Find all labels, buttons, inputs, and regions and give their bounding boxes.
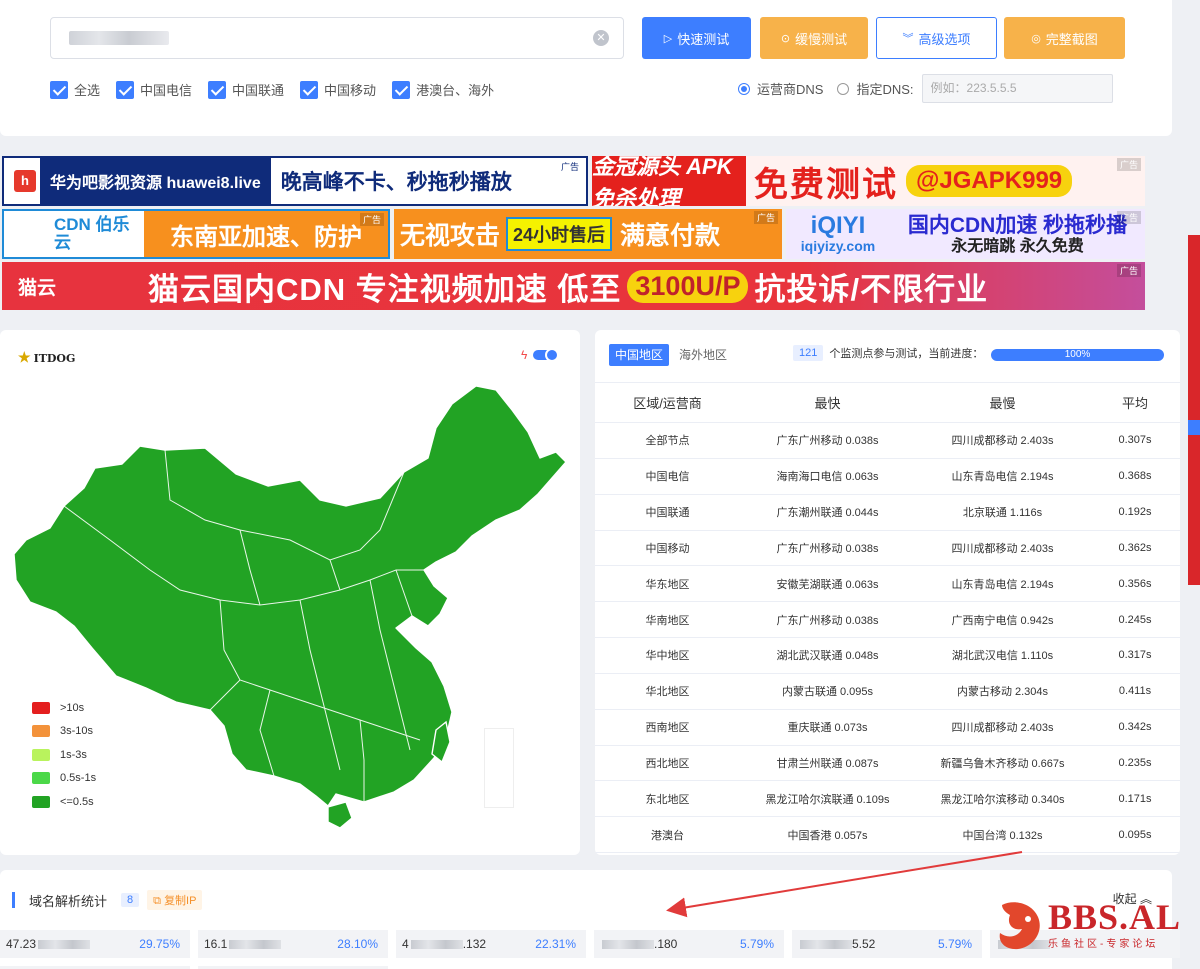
- bbs-watermark: BBS.AL 乐鱼社区-专家论坛: [994, 895, 1181, 953]
- watermark-brand: BBS.AL: [1048, 896, 1182, 937]
- arrow-line: [666, 851, 1023, 918]
- watermark-text: BBS.AL 乐鱼社区-专家论坛: [1048, 899, 1181, 950]
- annotation-arrow: [666, 851, 1023, 918]
- watermark-slogan: 乐鱼社区-专家论坛: [1048, 938, 1159, 950]
- fox-logo-icon: [999, 902, 1040, 950]
